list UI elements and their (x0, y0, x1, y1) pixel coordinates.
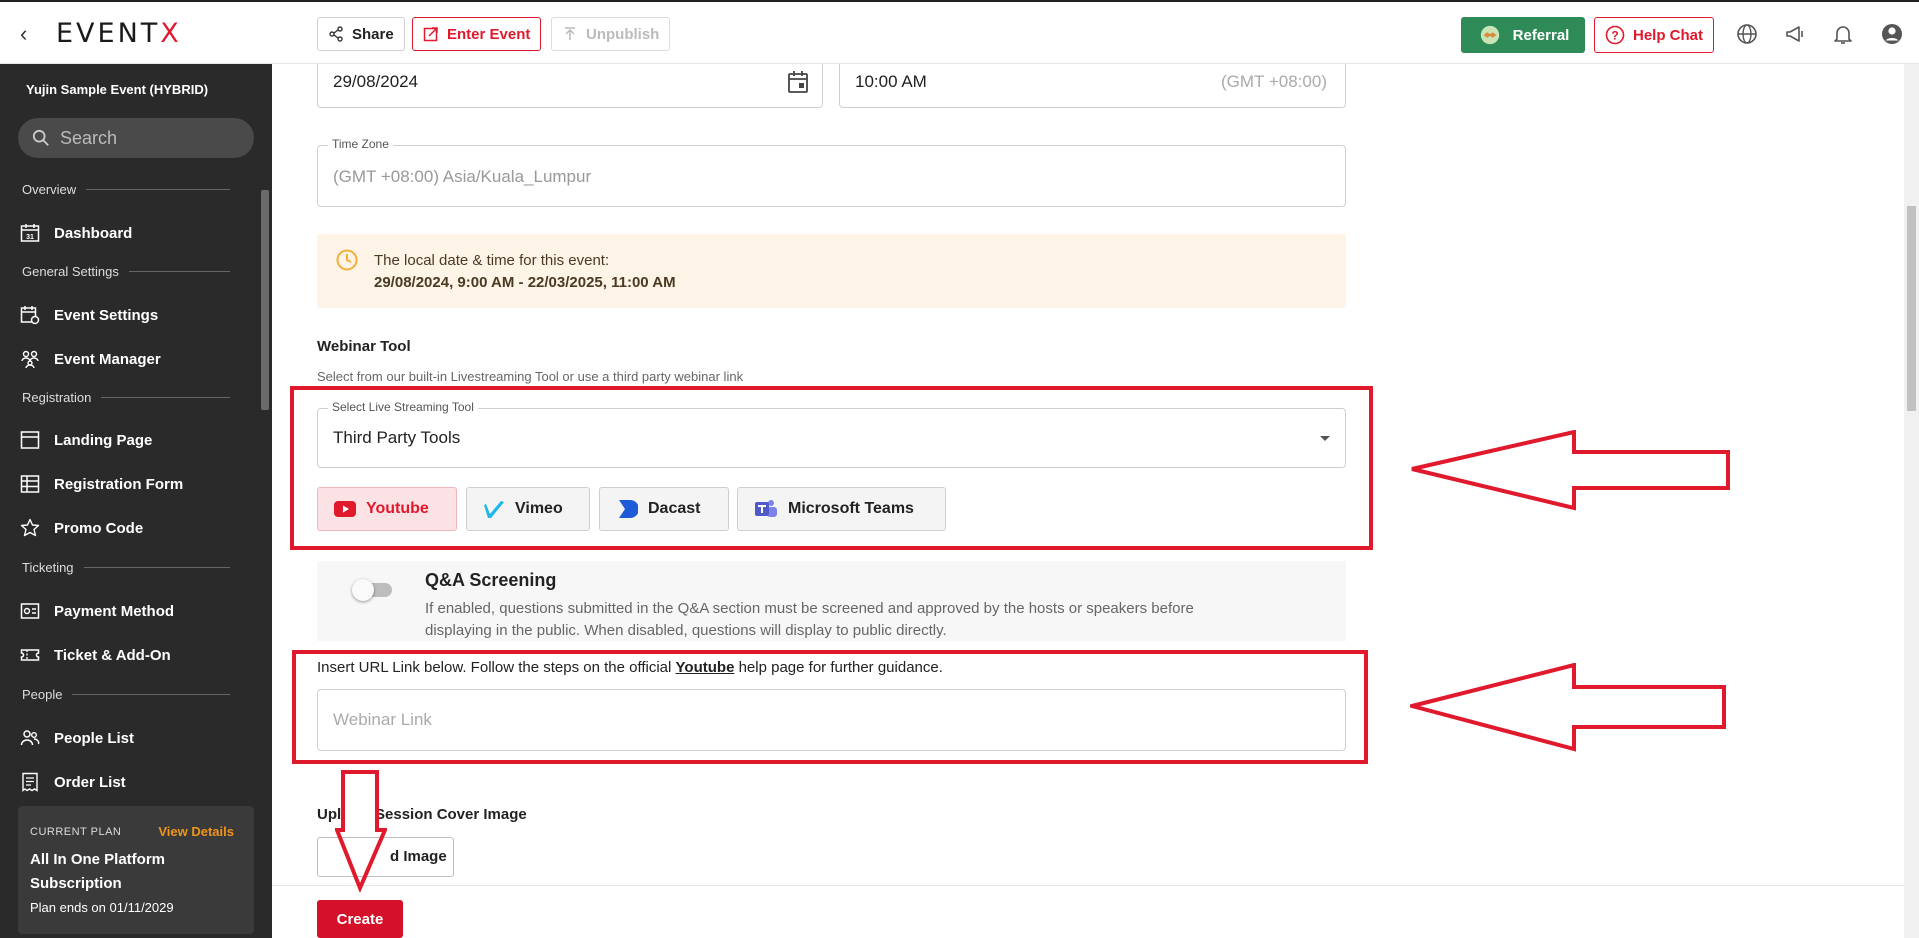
notice-line-1: The local date & time for this event: (374, 252, 610, 269)
layout-icon (20, 431, 40, 449)
receipt-icon (22, 772, 38, 792)
sidebar-item-order-list[interactable]: Order List (20, 770, 126, 794)
search-input[interactable]: Search (18, 118, 254, 158)
sidebar-item-event-settings[interactable]: Event Settings (20, 303, 158, 327)
qa-screening-toggle[interactable] (352, 577, 396, 601)
create-button[interactable]: Create (317, 900, 403, 938)
sidebar-item-landing-page[interactable]: Landing Page (20, 428, 152, 452)
sidebar-item-registration-form[interactable]: Registration Form (20, 472, 183, 496)
annotation-arrow-1 (1411, 430, 1730, 511)
view-details-link[interactable]: View Details (158, 824, 234, 839)
sidebar-item-dashboard[interactable]: 31 Dashboard (20, 221, 132, 245)
sidebar-item-promo-code[interactable]: Promo Code (20, 516, 143, 540)
sidebar-item-payment-method[interactable]: Payment Method (20, 599, 174, 623)
sidebar-scrollbar[interactable] (259, 176, 271, 776)
upload-icon (565, 27, 575, 40)
date-value: 29/08/2024 (333, 72, 419, 91)
current-plan-card: CURRENT PLAN View Details All In One Pla… (18, 806, 254, 934)
svg-text:?: ? (1611, 29, 1618, 43)
enter-event-button[interactable]: Enter Event (412, 17, 542, 51)
section-overview: Overview (22, 182, 230, 197)
back-icon[interactable]: ‹ (20, 22, 40, 46)
qa-screening-title: Q&A Screening (425, 570, 557, 590)
event-name: Yujin Sample Event (HYBRID) (26, 82, 209, 97)
search-icon (32, 129, 49, 146)
help-icon: ? (1605, 25, 1625, 45)
webinar-tool-subtitle: Select from our built-in Livestreaming T… (317, 369, 744, 384)
plan-name: All In One Platform Subscription (30, 851, 166, 892)
share-button[interactable]: Share (317, 17, 405, 51)
notice-line-2: 29/08/2024, 9:00 AM - 22/03/2025, 11:00 … (374, 274, 676, 291)
annotation-arrow-2 (1410, 663, 1726, 752)
webinar-tool-title: Webinar Tool (317, 338, 411, 355)
account-icon[interactable] (1880, 22, 1904, 46)
help-chat-button[interactable]: ? Help Chat (1594, 17, 1714, 53)
time-gmt: (GMT +08:00) (1221, 72, 1327, 91)
qa-screening-description: If enabled, questions submitted in the Q… (425, 600, 1194, 639)
session-cover-title: Session Cover Image (375, 806, 527, 823)
external-link-icon (423, 27, 438, 42)
globe-icon[interactable] (1735, 22, 1759, 46)
time-value: 10:00 AM (855, 72, 927, 91)
plan-end-date: Plan ends on 01/11/2029 (30, 900, 174, 915)
logo: EVENTX (56, 18, 182, 49)
section-general-settings: General Settings (22, 264, 230, 279)
timezone-legend: Time Zone (328, 137, 393, 151)
bell-icon[interactable] (1831, 22, 1855, 46)
clock-icon (336, 249, 358, 271)
current-plan-label: CURRENT PLAN (30, 826, 122, 838)
timezone-value: (GMT +08:00) Asia/Kuala_Lumpur (333, 167, 592, 186)
calendar-gear-icon (20, 306, 40, 325)
form-footer: Create (272, 885, 1904, 938)
calendar-icon[interactable] (787, 70, 809, 94)
megaphone-icon[interactable] (1783, 22, 1807, 46)
annotation-box-streaming (290, 386, 1373, 550)
table-icon (20, 475, 40, 493)
referral-button[interactable]: Referral (1461, 17, 1585, 53)
section-ticketing: Ticketing (22, 560, 230, 575)
handshake-icon (1480, 25, 1499, 45)
people-icon (20, 730, 40, 746)
annotation-box-url (292, 650, 1368, 764)
section-registration: Registration (22, 390, 230, 405)
sidebar: Yujin Sample Event (HYBRID) Search Overv… (0, 64, 272, 938)
sidebar-item-people-list[interactable]: People List (20, 726, 134, 750)
svg-text:31: 31 (26, 234, 34, 241)
sidebar-item-event-manager[interactable]: Event Manager (20, 347, 161, 371)
section-people: People (22, 687, 230, 702)
ticket-icon (20, 649, 40, 661)
calendar-icon: 31 (20, 224, 40, 242)
local-time-notice: The local date & time for this event: 29… (317, 234, 1346, 308)
timezone-field[interactable]: Time Zone (GMT +08:00) Asia/Kuala_Lumpur (317, 137, 1346, 207)
payment-icon (20, 603, 40, 619)
share-icon (329, 26, 343, 42)
sidebar-scrollbar-thumb[interactable] (261, 190, 269, 410)
search-placeholder: Search (60, 127, 118, 148)
unpublish-button[interactable]: Unpublish (551, 17, 671, 51)
page-scrollbar[interactable] (1904, 64, 1919, 938)
top-bar: ‹ EVENTX Share Enter Event Unpublish Ref… (0, 0, 1919, 64)
annotation-arrow-down (335, 770, 387, 892)
star-icon (20, 518, 40, 537)
sidebar-item-ticket-addon[interactable]: Ticket & Add-On (20, 643, 171, 667)
team-icon (21, 350, 39, 369)
page-scrollbar-thumb[interactable] (1907, 206, 1916, 411)
